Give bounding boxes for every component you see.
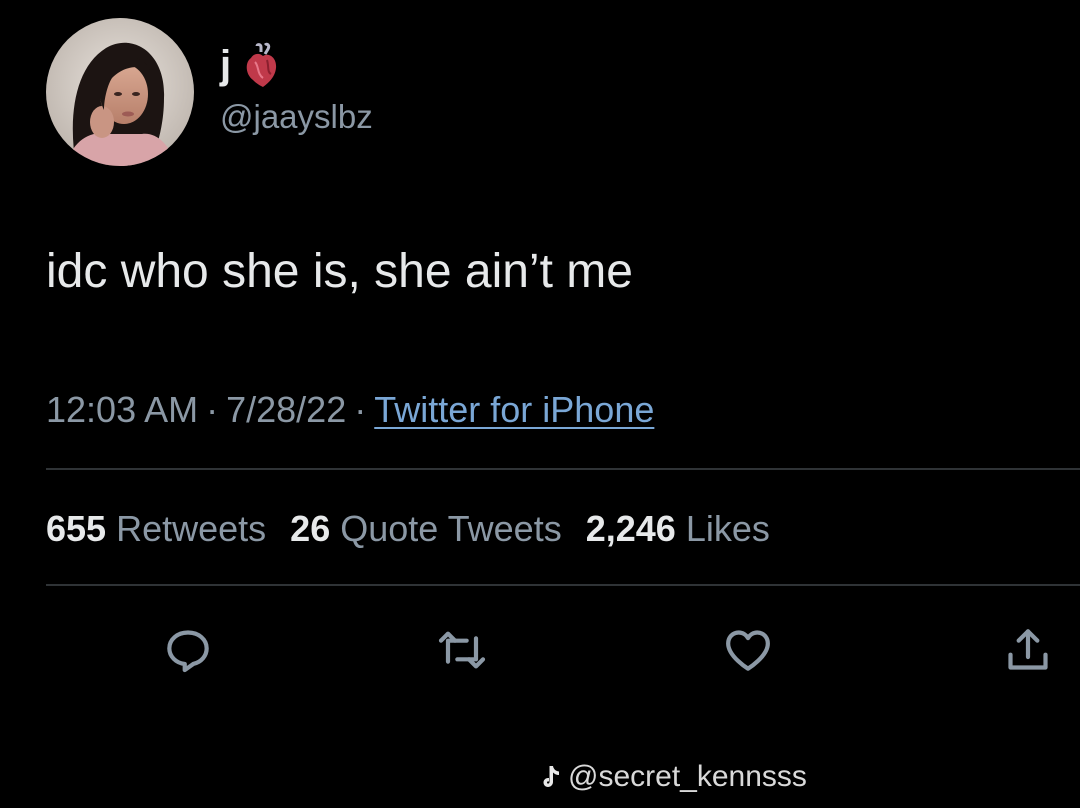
likes-stat[interactable]: 2,246 Likes	[586, 507, 770, 550]
tweet-time[interactable]: 12:03 AM	[46, 389, 198, 430]
share-button[interactable]	[998, 620, 1058, 680]
tweet-text: idc who she is, she ain’t me	[46, 245, 633, 298]
retweets-stat[interactable]: 655 Retweets	[46, 507, 266, 550]
quote-tweets-stat[interactable]: 26 Quote Tweets	[290, 507, 562, 550]
share-icon	[1008, 629, 1048, 670]
meta-separator: ·	[354, 389, 367, 430]
likes-count: 2,246	[585, 508, 676, 549]
retweet-icon	[438, 631, 486, 669]
avatar-image	[46, 18, 194, 166]
author-name-row[interactable]: j	[220, 40, 279, 90]
retweets-count: 655	[46, 508, 107, 549]
tweet-detail: j @jaayslbz idc who she is, she ain’t me…	[0, 0, 1080, 808]
quote-tweets-count: 26	[290, 508, 331, 549]
heart-icon	[726, 630, 770, 671]
divider	[46, 468, 1080, 470]
divider	[46, 584, 1080, 586]
quote-tweets-label: Quote Tweets	[340, 508, 562, 549]
watermark: @secret_kennsss	[540, 762, 807, 792]
tweet-date[interactable]: 7/28/22	[226, 389, 346, 430]
display-name[interactable]: j	[220, 45, 231, 85]
retweets-label: Retweets	[116, 508, 267, 549]
tweet-stats: 655 Retweets 26 Quote Tweets 2,246 Likes	[46, 507, 770, 550]
tweet-metadata: 12:03 AM · 7/28/22 · Twitter for iPhone	[46, 388, 654, 431]
reply-icon	[167, 630, 209, 673]
meta-separator: ·	[206, 389, 219, 430]
avatar[interactable]	[46, 18, 194, 166]
tiktok-logo-icon	[543, 766, 559, 787]
likes-label: Likes	[685, 508, 770, 549]
tweet-source-link[interactable]: Twitter for iPhone	[374, 389, 654, 430]
like-button[interactable]	[718, 620, 778, 680]
watermark-handle: @secret_kennsss	[568, 760, 807, 793]
anatomical-heart-icon	[243, 42, 279, 88]
reply-button[interactable]	[158, 620, 218, 680]
retweet-button[interactable]	[432, 620, 492, 680]
author-handle[interactable]: @jaayslbz	[220, 100, 373, 133]
